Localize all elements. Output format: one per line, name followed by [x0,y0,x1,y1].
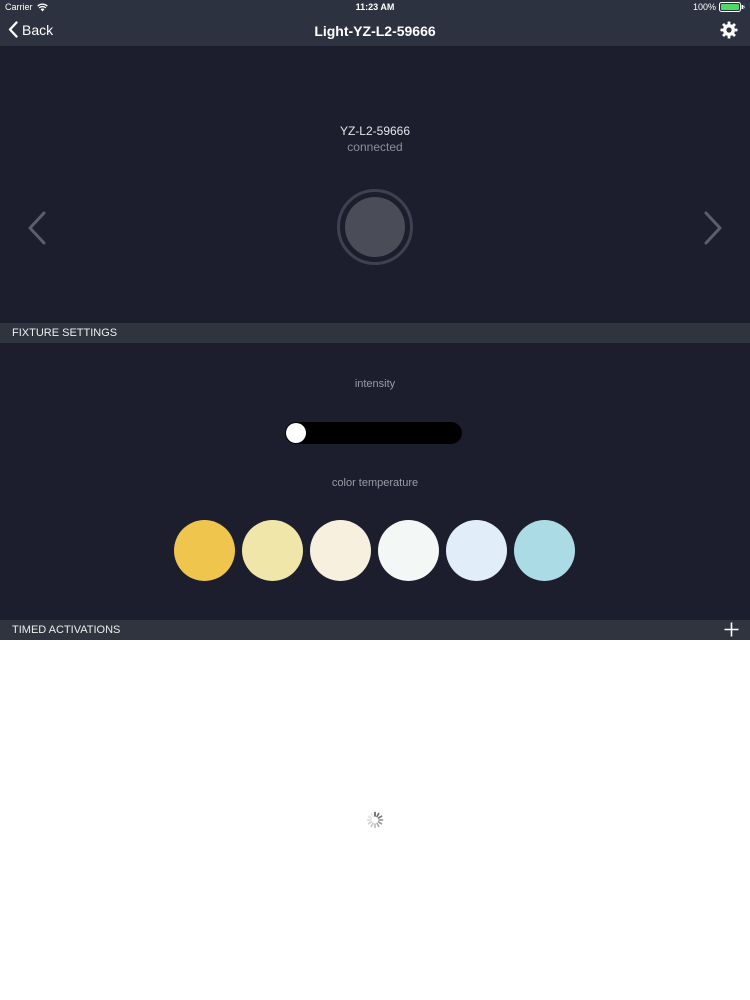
color-swatch-1[interactable] [174,520,235,581]
gear-icon [720,21,738,39]
intensity-slider-thumb[interactable] [286,423,306,443]
plus-icon [724,622,739,637]
fixture-settings-panel: intensity color temperature [0,343,750,620]
color-temperature-swatches [0,520,750,582]
intensity-label: intensity [354,378,396,390]
loading-spinner [366,811,384,834]
navigation-bar: Back Light-YZ-L2-59666 [0,16,750,46]
chevron-left-icon [28,211,46,245]
status-bar: Carrier 11:23 AM 100% [0,0,750,16]
color-swatch-2[interactable] [242,520,303,581]
timed-activations-title: TIMED ACTIVATIONS [12,624,121,636]
fixture-settings-header: FIXTURE SETTINGS [0,323,750,343]
device-status: connected [347,140,403,154]
battery-icon [719,2,745,12]
intensity-slider[interactable] [285,422,462,444]
spinner-icon [366,811,384,829]
device-panel: YZ-L2-59666 connected [0,46,750,323]
battery-percent: 100% [692,2,716,12]
color-swatch-4[interactable] [378,520,439,581]
next-device-button[interactable] [702,211,724,250]
color-temperature-label: color temperature [331,477,419,489]
color-swatch-3[interactable] [310,520,371,581]
timed-activations-header: TIMED ACTIVATIONS [0,620,750,640]
previous-device-button[interactable] [26,211,48,250]
page-title: Light-YZ-L2-59666 [314,23,436,39]
timed-activations-list [0,640,750,1000]
color-swatch-6[interactable] [514,520,575,581]
device-name: YZ-L2-59666 [339,124,411,138]
power-toggle-knob [345,197,405,257]
color-swatch-5[interactable] [446,520,507,581]
power-toggle[interactable] [337,189,413,265]
chevron-right-icon [704,211,722,245]
settings-button[interactable] [720,21,738,44]
clock: 11:23 AM [355,2,395,12]
battery-info: 100% [693,2,745,12]
fixture-settings-title: FIXTURE SETTINGS [12,327,118,339]
